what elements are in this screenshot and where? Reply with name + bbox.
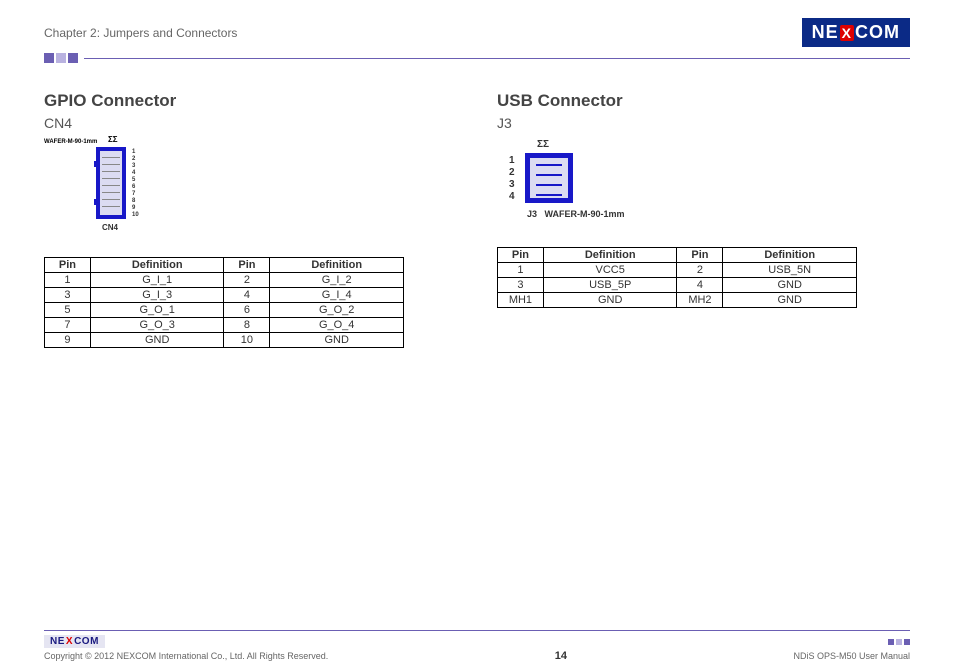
brand-x-icon: X: [840, 25, 854, 41]
cell-pin: 2: [224, 273, 270, 288]
cell-def: GND: [270, 333, 404, 348]
cell-pin: 5: [45, 303, 91, 318]
table-row: 5 G_O_1 6 G_O_2: [45, 303, 404, 318]
cell-def: GND: [90, 333, 224, 348]
gpio-heading: GPIO Connector: [44, 91, 457, 111]
table-row: 7 G_O_3 8 G_O_4: [45, 318, 404, 333]
table-row: 3 USB_5P 4 GND: [498, 278, 857, 293]
cell-def: GND: [543, 293, 677, 308]
usb-heading: USB Connector: [497, 91, 910, 111]
cell-def: G_O_3: [90, 318, 224, 333]
manual-name: NDiS OPS-M50 User Manual: [793, 651, 910, 661]
cell-pin: 10: [224, 333, 270, 348]
col-definition: Definition: [270, 258, 404, 273]
cell-pin: 3: [45, 288, 91, 303]
cell-pin: 7: [45, 318, 91, 333]
brand-text-pre: NE: [812, 22, 839, 43]
col-definition: Definition: [723, 248, 857, 263]
copyright-text: Copyright © 2012 NEXCOM International Co…: [44, 651, 328, 661]
table-row: 1 VCC5 2 USB_5N: [498, 263, 857, 278]
cell-def: G_O_4: [270, 318, 404, 333]
gpio-connector-body: [96, 147, 126, 219]
gpio-pin-numbers: 1 2 3 4 5 6 7 8 9 10: [132, 149, 139, 219]
brand-text-post: COM: [74, 636, 99, 647]
col-pin: Pin: [224, 258, 270, 273]
usb-pin-table: Pin Definition Pin Definition 1 VCC5 2 U…: [497, 247, 857, 308]
cell-def: GND: [723, 293, 857, 308]
gpio-subheading: CN4: [44, 115, 457, 131]
usb-j3-label: J3: [527, 209, 537, 219]
col-pin: Pin: [677, 248, 723, 263]
col-pin: Pin: [498, 248, 544, 263]
cell-pin: 1: [498, 263, 544, 278]
chapter-title: Chapter 2: Jumpers and Connectors: [44, 26, 237, 40]
cell-def: USB_5P: [543, 278, 677, 293]
cell-def: G_I_4: [270, 288, 404, 303]
table-row: 1 G_I_1 2 G_I_2: [45, 273, 404, 288]
cell-pin: 3: [498, 278, 544, 293]
cell-pin: 8: [224, 318, 270, 333]
cell-pin: 9: [45, 333, 91, 348]
cell-pin: 1: [45, 273, 91, 288]
usb-pin-numbers: 1 2 3 4: [509, 155, 515, 203]
usb-connector-body: [525, 153, 573, 203]
cell-def: VCC5: [543, 263, 677, 278]
cell-pin: 6: [224, 303, 270, 318]
sigma-icon: ΣΣ: [537, 139, 549, 150]
col-definition: Definition: [543, 248, 677, 263]
footer-divider: [44, 630, 910, 631]
gpio-connector-diagram: WAFER-M-90-1mm ΣΣ 1 2 3 4 5 6 7 8 9 10 C…: [44, 139, 184, 239]
cell-pin: 2: [677, 263, 723, 278]
cell-pin: 4: [224, 288, 270, 303]
col-definition: Definition: [90, 258, 224, 273]
usb-connector-diagram: ΣΣ 1 2 3 4 J3 WAFER-M-90-1mm: [497, 139, 697, 229]
cell-pin: MH1: [498, 293, 544, 308]
table-row: MH1 GND MH2 GND: [498, 293, 857, 308]
cell-def: G_I_3: [90, 288, 224, 303]
cell-pin: MH2: [677, 293, 723, 308]
header-divider: [44, 53, 910, 63]
gpio-wafer-label: WAFER-M-90-1mm: [44, 139, 97, 145]
table-row: 3 G_I_3 4 G_I_4: [45, 288, 404, 303]
table-header-row: Pin Definition Pin Definition: [45, 258, 404, 273]
footer-brand-logo: NE X COM: [44, 635, 105, 648]
cell-def: USB_5N: [723, 263, 857, 278]
usb-wafer-label: WAFER-M-90-1mm: [545, 209, 625, 219]
cell-def: GND: [723, 278, 857, 293]
brand-logo: NE X COM: [802, 18, 910, 47]
page-number: 14: [555, 650, 567, 662]
gpio-pin-table: Pin Definition Pin Definition 1 G_I_1 2 …: [44, 257, 404, 348]
col-pin: Pin: [45, 258, 91, 273]
cell-pin: 4: [677, 278, 723, 293]
brand-text-post: COM: [855, 22, 900, 43]
cell-def: G_O_1: [90, 303, 224, 318]
brand-x-icon: X: [66, 636, 73, 647]
cell-def: G_I_2: [270, 273, 404, 288]
cell-def: G_I_1: [90, 273, 224, 288]
cell-def: G_O_2: [270, 303, 404, 318]
table-header-row: Pin Definition Pin Definition: [498, 248, 857, 263]
sigma-icon: ΣΣ: [108, 135, 118, 144]
usb-subheading: J3: [497, 115, 910, 131]
gpio-diag-footer: CN4: [102, 223, 118, 232]
table-row: 9 GND 10 GND: [45, 333, 404, 348]
footer-decoration-icon: [888, 639, 910, 645]
brand-text-pre: NE: [50, 636, 65, 647]
